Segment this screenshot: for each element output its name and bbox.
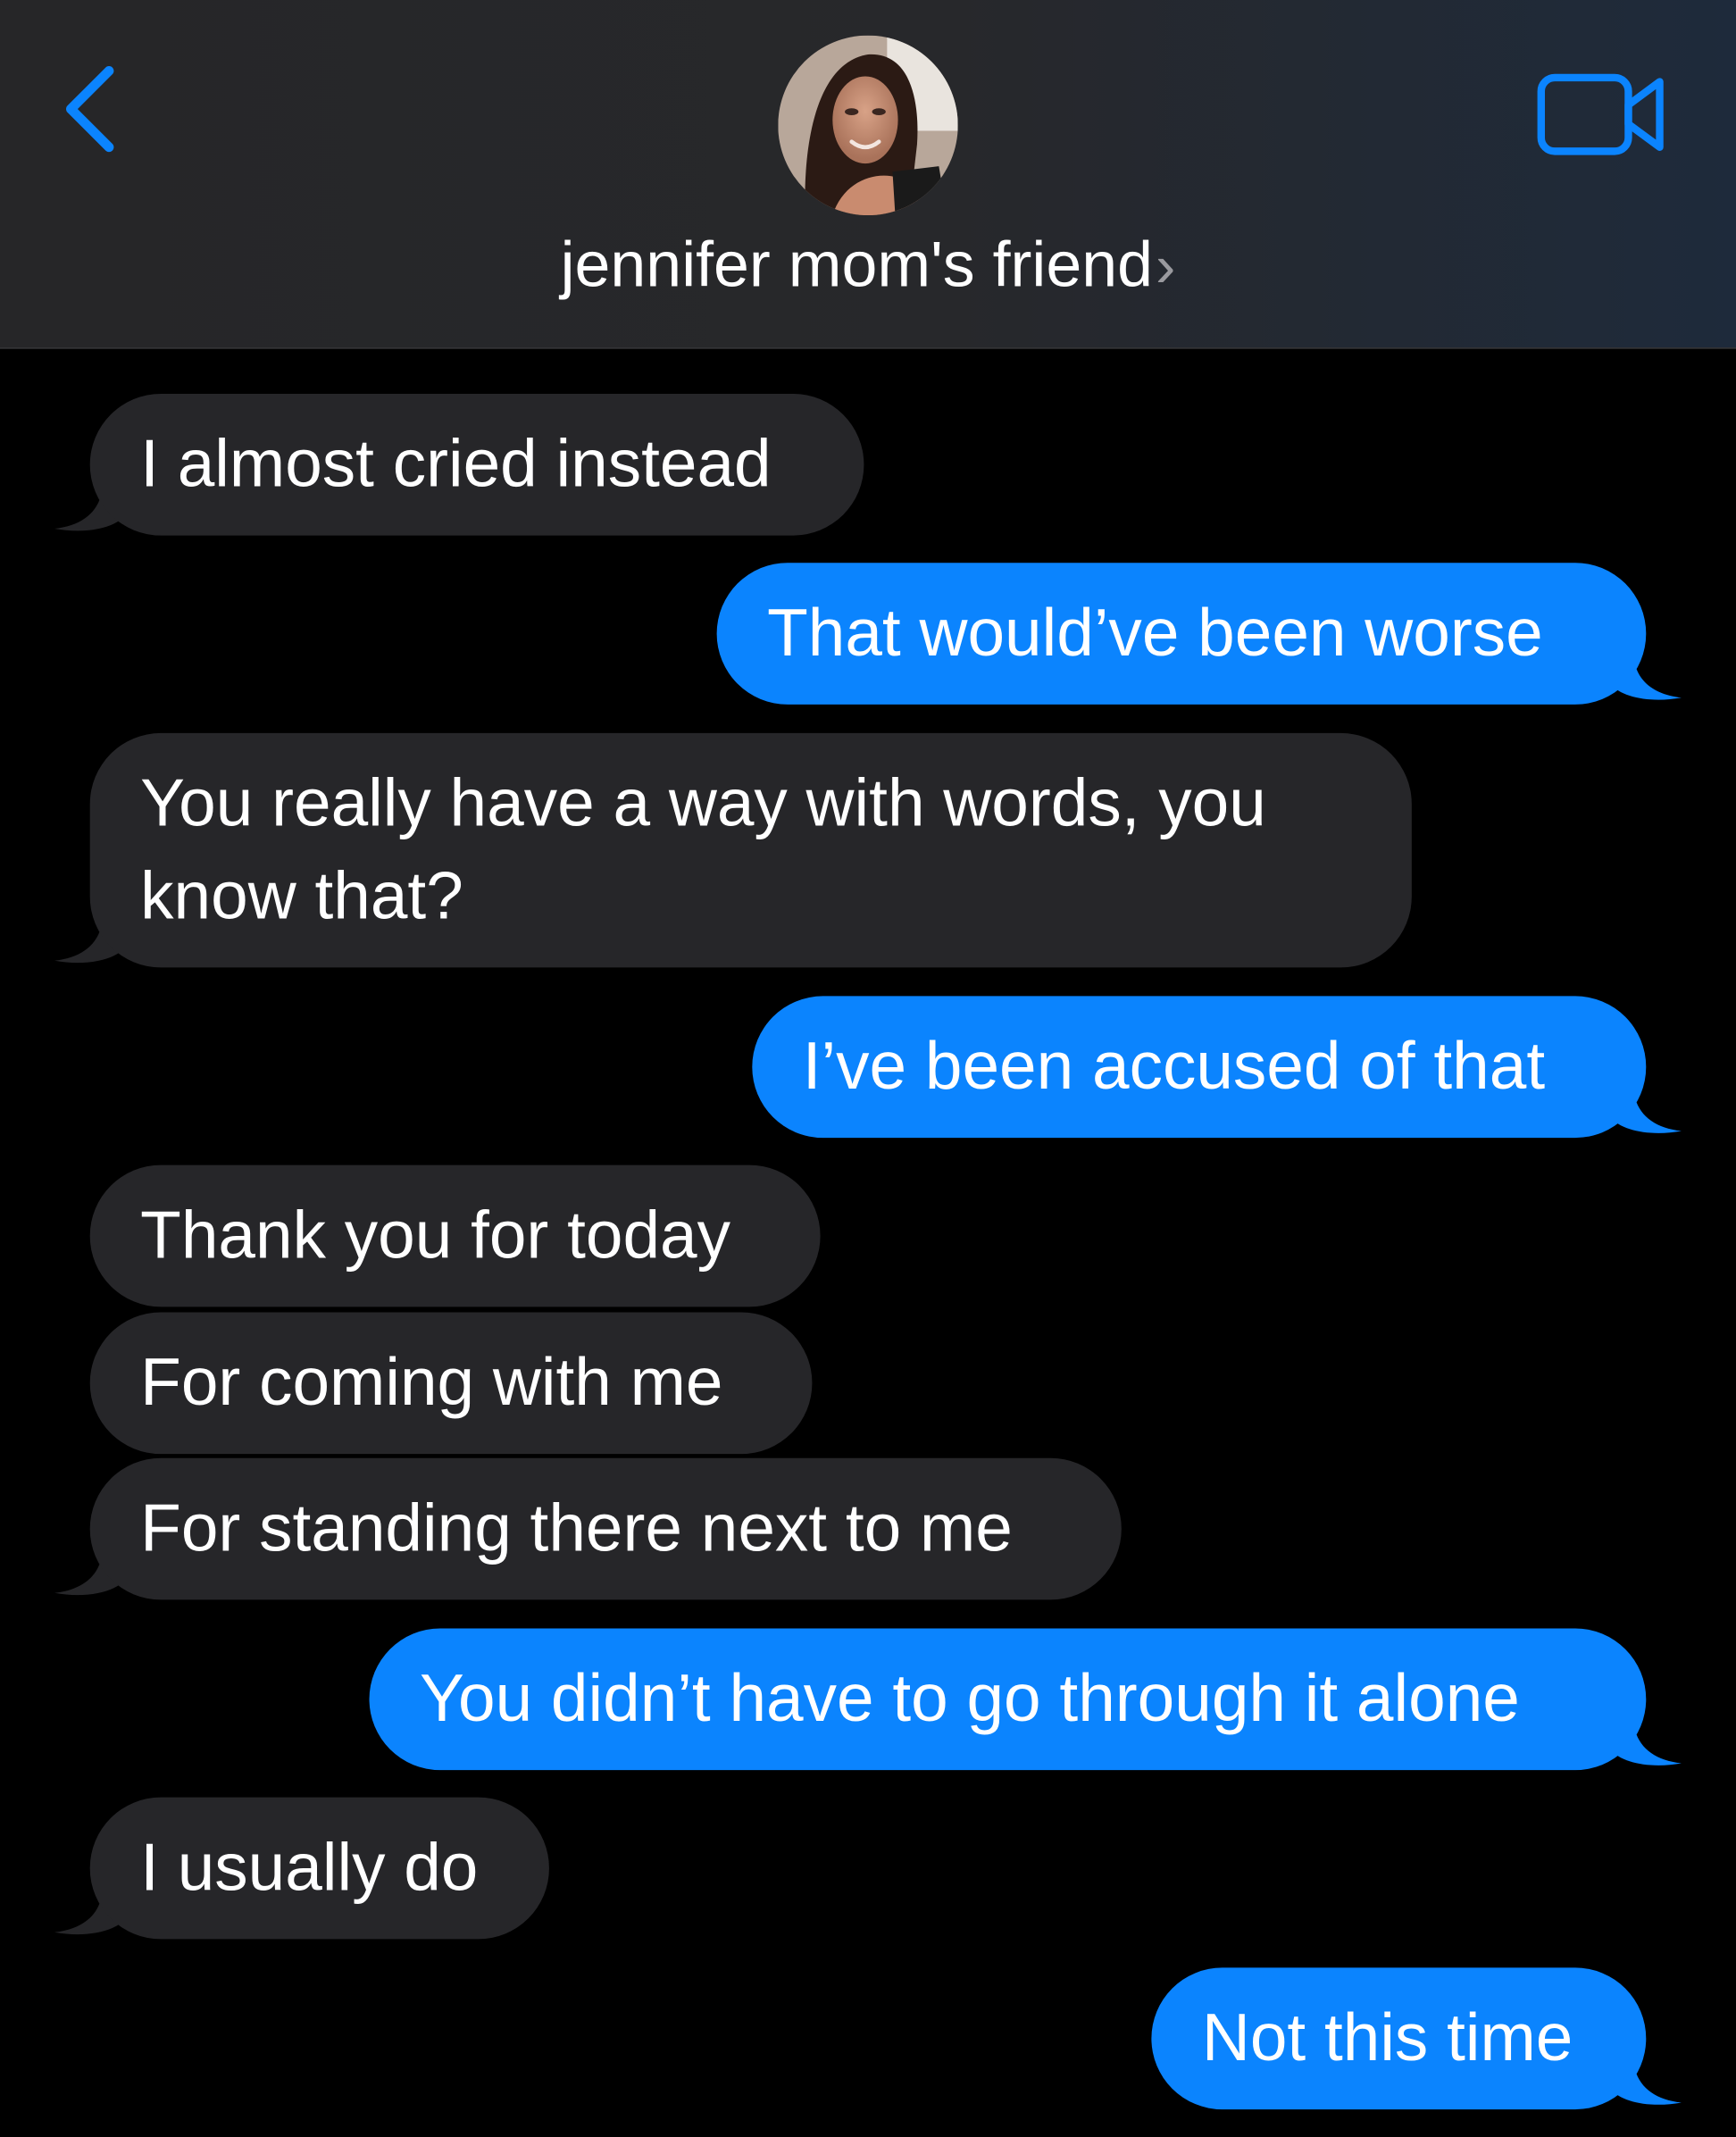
message-bubble-sent[interactable]: You didn’t have to go through it alone	[369, 1628, 1647, 1771]
message-text-line-1: You really have a way with words, you	[140, 767, 1266, 841]
message-bubble-received[interactable]: Thank you for today	[89, 1164, 821, 1307]
messages-screen: jennifer mom's friend› I almost cried in…	[0, 0, 1736, 2137]
person-photo-icon	[778, 35, 958, 216]
message-text: I usually do	[140, 1831, 479, 1906]
message-bubble-received[interactable]: For coming with me	[89, 1312, 813, 1455]
message-bubble-sent[interactable]: Not this time	[1151, 1967, 1647, 2110]
message-bubble-received[interactable]: I usually do	[89, 1797, 549, 1940]
message-bubble-received[interactable]: You really have a way with words, you kn…	[89, 732, 1412, 968]
message-text: For standing there next to me	[140, 1491, 1013, 1566]
chevron-right-icon: ›	[1156, 232, 1176, 300]
message-text-line-2: know that?	[140, 859, 463, 934]
back-button[interactable]	[54, 54, 137, 163]
video-camera-icon	[1537, 73, 1664, 155]
facetime-video-button[interactable]	[1534, 71, 1671, 158]
message-text: You didn’t have to go through it alone	[419, 1662, 1520, 1736]
chevron-left-icon	[66, 66, 114, 153]
contact-name: jennifer mom's friend	[560, 227, 1153, 300]
contact-avatar[interactable]	[778, 35, 958, 216]
sent-bubble-tail	[1610, 1730, 1682, 1766]
message-text: I almost cried instead	[140, 428, 772, 502]
message-bubble-sent[interactable]: I’ve been accused of that	[752, 996, 1647, 1139]
message-text: I’ve been accused of that	[802, 1030, 1546, 1104]
message-text: That would’ve been worse	[767, 597, 1543, 671]
message-text: Thank you for today	[140, 1198, 731, 1273]
contact-name-button[interactable]: jennifer mom's friend›	[0, 226, 1736, 305]
sent-bubble-tail	[1610, 664, 1682, 700]
sent-bubble-tail	[1610, 2069, 1682, 2105]
message-text: Not this time	[1201, 2001, 1573, 2075]
message-text: For coming with me	[140, 1346, 723, 1420]
message-bubble-sent[interactable]: That would’ve been worse	[716, 563, 1647, 705]
conversation-header: jennifer mom's friend›	[0, 0, 1736, 349]
message-bubble-received[interactable]: I almost cried instead	[89, 393, 864, 536]
sent-bubble-tail	[1610, 1098, 1682, 1133]
message-bubble-received[interactable]: For standing there next to me	[89, 1457, 1122, 1600]
